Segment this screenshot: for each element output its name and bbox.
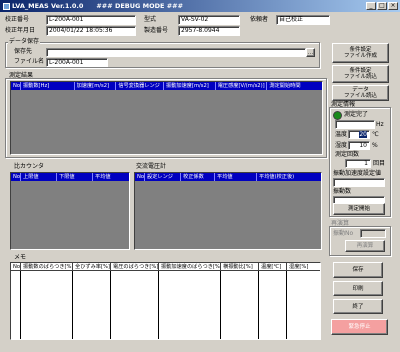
serial-label: 製造番号 xyxy=(144,27,169,34)
ac-meter-group-label: 交流電圧計 xyxy=(136,163,167,170)
calib-date-field[interactable]: 2004/01/22 18:05:36 xyxy=(46,26,136,36)
count-field[interactable]: 1 xyxy=(345,159,371,168)
title-bar: LVA_MEAS Ver.1.0.0 ### DEBUG MODE ### xyxy=(0,0,400,12)
temp-value: 20 xyxy=(359,131,367,138)
recipient-label: 依頼者 xyxy=(250,16,269,23)
memo-col-header: No xyxy=(13,263,21,270)
maximize-button[interactable]: □ xyxy=(377,2,387,10)
minimize-button[interactable]: _ xyxy=(366,2,376,10)
results-col-header: No xyxy=(13,82,21,90)
recipient-field[interactable]: 自己校正 xyxy=(276,15,330,25)
memo-col-divider xyxy=(258,271,259,339)
filename-label: ファイル名 xyxy=(14,58,45,65)
memo-col-divider xyxy=(72,271,73,339)
status-text: 測定完了 xyxy=(344,111,369,118)
close-button[interactable]: × xyxy=(388,2,398,10)
app-icon xyxy=(3,2,10,10)
accel-setting-label: 振動加速度設定値 xyxy=(333,170,382,177)
memo-col-header: 湿度[%] xyxy=(289,264,309,270)
memo-col-divider xyxy=(220,271,221,339)
ac-meter-table-header: No 設定レンジ 校正係数 平均値 平均値(校正後) xyxy=(135,173,321,181)
memo-col-header: 横振動比[%] xyxy=(221,263,259,270)
counter-table[interactable]: No 上限値 下限値 平均値 xyxy=(10,172,130,250)
calib-no-label: 校正番号 xyxy=(5,16,30,23)
model-label: 型式 xyxy=(144,16,157,23)
dest-label: 保存先 xyxy=(14,48,33,55)
measure-start-button[interactable]: 測定開始 xyxy=(333,203,385,215)
ac-col-header: 校正係数 xyxy=(181,173,215,181)
cond-create-button[interactable]: 条件設定 ファイル作成 xyxy=(332,43,389,63)
temp-unit: ℃ xyxy=(372,131,379,138)
freq-unit: Hz xyxy=(376,121,384,128)
emergency-stop-button[interactable]: 緊急停止 xyxy=(331,319,388,335)
browse-button[interactable]: … xyxy=(306,48,315,57)
ac-col-header: 設定レンジ xyxy=(145,173,181,181)
count-label: 測定回数 xyxy=(335,151,360,158)
freq-setting-label: 振動数 xyxy=(333,188,352,195)
counter-col-header: 上限値 xyxy=(21,173,57,181)
count-unit: 回目 xyxy=(373,160,386,167)
exit-button[interactable]: 終了 xyxy=(333,299,383,314)
memo-table-header: No 振動数のばらつき[%] 全ひずみ率[%] 電圧のばらつき[%] 振動加速度… xyxy=(11,263,320,271)
memo-group-label: メモ xyxy=(14,254,27,261)
data-save-group-label: データ保存 xyxy=(8,38,41,46)
results-table-header: No 振動数[Hz] 加速度[m/s2] 信号変換器レンジ 振動加速度[m/s2… xyxy=(11,82,322,90)
memo-col-header: 全ひずみ率[%] xyxy=(75,263,111,270)
counter-table-header: No 上限値 下限値 平均値 xyxy=(11,173,129,181)
ac-col-header: No xyxy=(137,173,145,181)
recalc-no-field xyxy=(360,229,386,238)
temp-label: 温度 xyxy=(335,131,348,138)
memo-col-header: 電圧のばらつき[%] xyxy=(113,263,159,270)
cond-load-button[interactable]: 条件設定 ファイル読込 xyxy=(332,65,389,83)
results-table[interactable]: No 振動数[Hz] 加速度[m/s2] 信号変換器レンジ 振動加速度[m/s2… xyxy=(10,81,323,155)
memo-col-divider xyxy=(110,271,111,339)
counter-col-header: No xyxy=(13,173,21,181)
memo-col-header: 振動加速度のばらつき[%] xyxy=(161,263,221,270)
memo-col-divider xyxy=(158,271,159,339)
calib-no-field[interactable]: L-200A-001 xyxy=(46,15,136,25)
recalc-no-label: 振動No xyxy=(333,230,354,237)
recalc-button: 再演算 xyxy=(345,240,385,252)
calib-date-label: 校正年月日 xyxy=(5,27,36,34)
save-button[interactable]: 保存 xyxy=(333,262,383,278)
ac-col-header: 平均値(校正後) xyxy=(259,174,295,180)
status-lamp-icon xyxy=(333,111,342,120)
humid-field[interactable]: 10 xyxy=(348,141,370,150)
humid-unit: % xyxy=(372,142,378,149)
model-field[interactable]: VA-SV-02 xyxy=(178,15,240,25)
temp-field[interactable]: 20 xyxy=(348,130,370,139)
ac-col-header: 平均値 xyxy=(215,173,257,181)
humid-label: 湿度 xyxy=(335,142,348,149)
memo-col-header: 温度[℃] xyxy=(259,263,287,270)
data-load-button[interactable]: データ ファイル読込 xyxy=(332,85,389,101)
memo-col-header: 振動数のばらつき[%] xyxy=(23,263,73,270)
memo-col-divider xyxy=(286,271,287,339)
window-title: LVA_MEAS Ver.1.0.0 ### DEBUG MODE ### xyxy=(12,2,184,10)
results-col-header: 振動加速度[m/s2] xyxy=(164,82,216,90)
filename-field[interactable]: L-200A-001 xyxy=(46,58,108,67)
results-col-header: 加速度[m/s2] xyxy=(75,82,117,90)
results-col-header: 測定開始時間 xyxy=(269,83,301,89)
results-col-header: 振動数[Hz] xyxy=(21,82,75,90)
counter-col-header: 下限値 xyxy=(57,173,93,181)
ac-meter-table[interactable]: No 設定レンジ 校正係数 平均値 平均値(校正後) xyxy=(134,172,322,250)
serial-field[interactable]: 2957-8.0944 xyxy=(178,26,240,36)
counter-group-label: 比カウンタ xyxy=(14,163,45,170)
print-button[interactable]: 印刷 xyxy=(333,281,383,296)
counter-col-header: 平均値 xyxy=(95,174,111,180)
dest-field[interactable] xyxy=(46,48,306,57)
results-col-header: 電圧感度[V/(m/s2)] xyxy=(216,82,268,90)
accel-setting-field[interactable] xyxy=(333,178,385,187)
freq-readout xyxy=(335,120,375,129)
memo-col-divider xyxy=(20,271,21,339)
results-col-header: 信号変換器レンジ xyxy=(116,82,165,90)
memo-table[interactable]: No 振動数のばらつき[%] 全ひずみ率[%] 電圧のばらつき[%] 振動加速度… xyxy=(10,262,321,340)
